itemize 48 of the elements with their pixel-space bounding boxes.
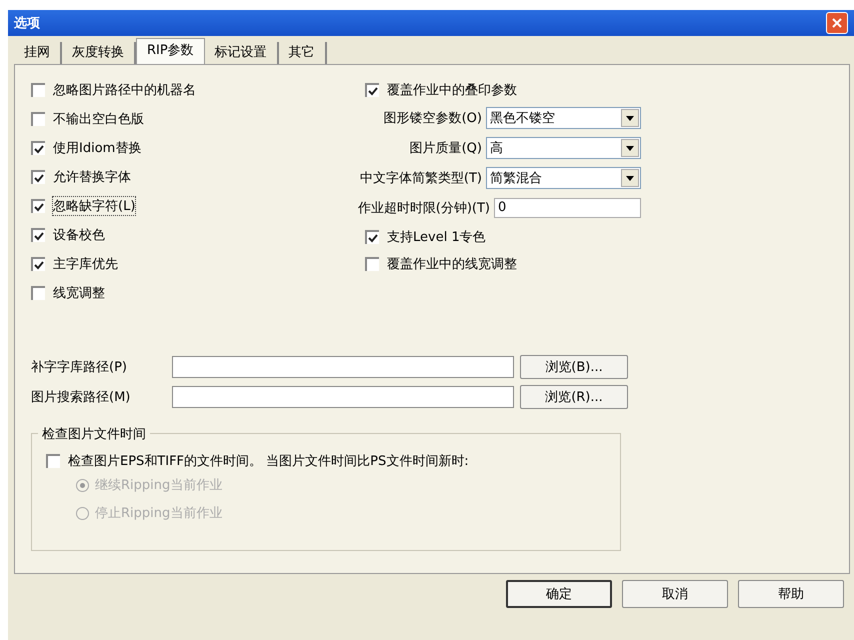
dropdown[interactable]: 高 xyxy=(486,137,641,159)
checkbox-label: 允许替换字体 xyxy=(53,168,131,186)
checkbox-label: 覆盖作业中的线宽调整 xyxy=(387,256,517,272)
checkbox[interactable] xyxy=(31,82,45,96)
dialog-button[interactable]: 取消 xyxy=(622,580,728,608)
dropdown[interactable]: 简繁混合 xyxy=(486,167,641,189)
group-title: 检查图片文件时间 xyxy=(38,425,150,443)
checkbox-label: 覆盖作业中的叠印参数 xyxy=(387,82,517,98)
field-label: 图形镂空参数(O) xyxy=(384,110,482,127)
window-title: 选项 xyxy=(14,15,40,32)
checkbox[interactable] xyxy=(365,256,379,270)
tab[interactable]: RIP参数 xyxy=(136,38,205,64)
field-label: 补字字库路径(P) xyxy=(31,359,128,376)
checkbox[interactable] xyxy=(31,228,45,242)
dialog-button[interactable]: 帮助 xyxy=(738,580,844,608)
checkbox-label: 使用Idiom替换 xyxy=(53,140,142,156)
dropdown[interactable]: 黑色不镂空 xyxy=(486,107,641,129)
browse-button[interactable]: 浏览(R)... xyxy=(520,385,628,409)
checkbox[interactable] xyxy=(31,140,45,154)
close-icon xyxy=(832,18,842,28)
radio-label: 继续Ripping当前作业 xyxy=(95,477,222,494)
browse-button[interactable]: 浏览(B)... xyxy=(520,355,628,379)
checkbox-label: 线宽调整 xyxy=(53,284,105,302)
input-field[interactable] xyxy=(172,356,514,378)
checkbox-label: 检查图片EPS和TIFF的文件时间。 当图片文件时间比PS文件时间新时: xyxy=(68,452,469,470)
field-label: 作业超时时限(分钟)(T) xyxy=(358,200,490,217)
checkbox[interactable] xyxy=(365,230,379,244)
checkbox-label: 不输出空白色版 xyxy=(53,110,144,128)
checkbox[interactable] xyxy=(31,112,45,126)
close-button[interactable] xyxy=(826,12,848,34)
input-field[interactable]: 0 xyxy=(494,198,641,218)
field-label: 中文字体简繁类型(T) xyxy=(360,170,482,187)
checkbox[interactable] xyxy=(46,454,60,468)
dialog-button[interactable]: 确定 xyxy=(506,580,612,608)
field-label: 图片质量(Q) xyxy=(410,140,482,157)
checkbox[interactable] xyxy=(31,256,45,270)
checkbox-label: 设备校色 xyxy=(53,226,105,244)
checkbox-label: 主字库优先 xyxy=(53,256,118,272)
checkbox-label: 忽略图片路径中的机器名 xyxy=(53,82,196,98)
field-label: 图片搜索路径(M) xyxy=(31,389,132,406)
checkbox[interactable] xyxy=(31,286,45,300)
checkbox[interactable] xyxy=(31,198,45,212)
input-field[interactable] xyxy=(172,386,514,408)
checkbox-label: 忽略缺字符(L) xyxy=(53,196,136,214)
checkbox-label: 支持Level 1专色 xyxy=(387,228,486,246)
radio-label: 停止Ripping当前作业 xyxy=(95,505,222,522)
checkbox[interactable] xyxy=(365,82,379,96)
checkbox[interactable] xyxy=(31,170,45,184)
